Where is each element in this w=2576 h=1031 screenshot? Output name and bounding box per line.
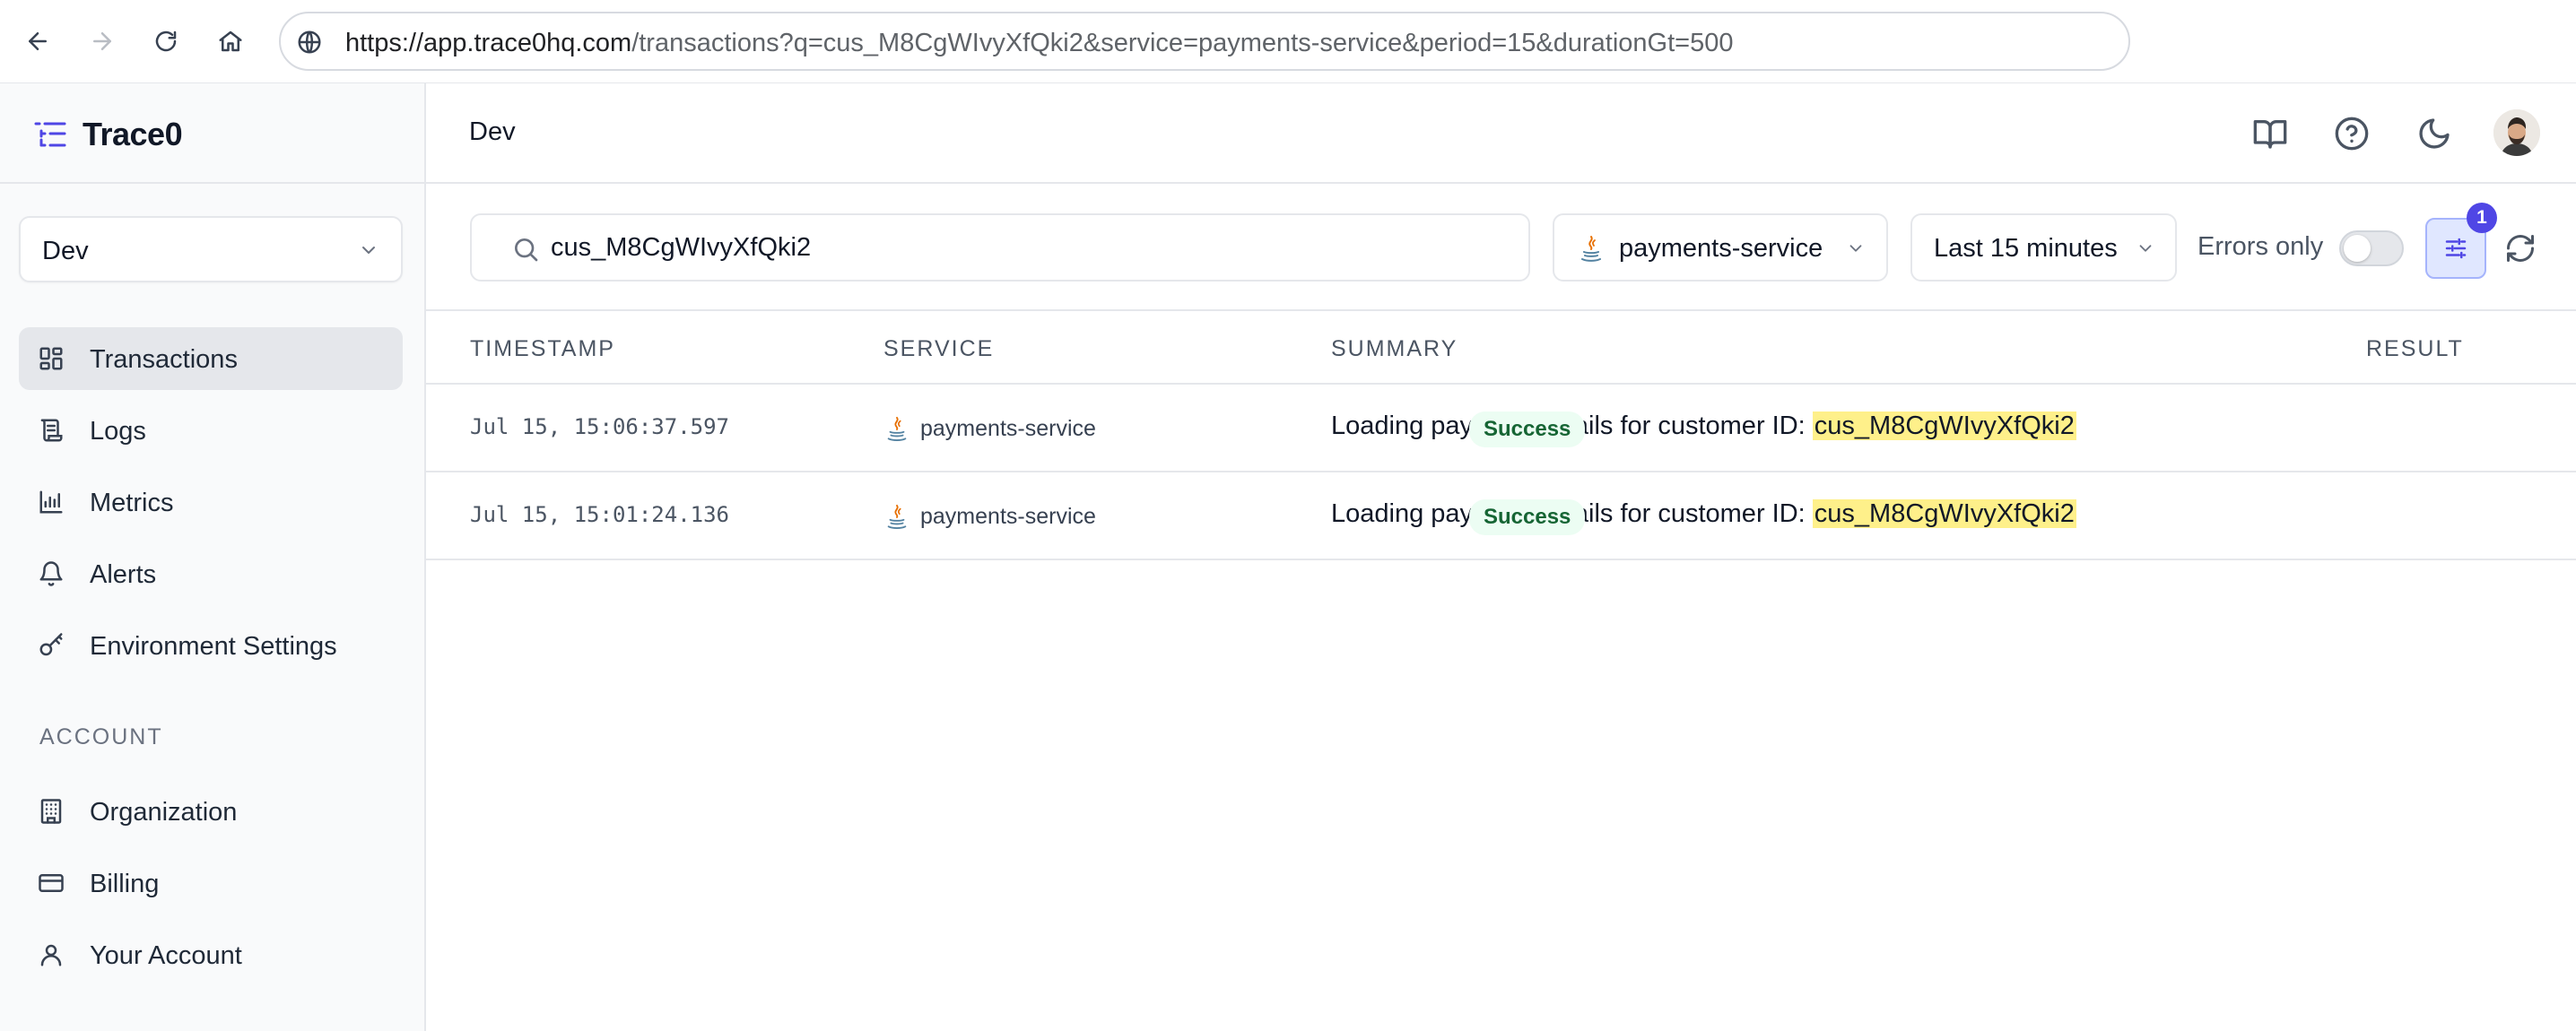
home-icon	[219, 30, 242, 52]
period-select[interactable]: Last 15 minutes	[1910, 213, 2177, 282]
row-summary: Loading payment details for customer ID:…	[1331, 499, 2076, 528]
sidebar-item-organization[interactable]: Organization	[19, 780, 403, 843]
row-service-name: payments-service	[920, 416, 1096, 441]
forward-button[interactable]	[83, 22, 122, 61]
refresh-icon[interactable]	[2504, 232, 2537, 264]
back-button[interactable]	[18, 22, 57, 61]
top-bar: Dev	[426, 83, 2576, 184]
bell-icon	[39, 561, 63, 586]
sidebar-item-metrics[interactable]: Metrics	[19, 471, 403, 533]
column-header-service[interactable]: SERVICE	[883, 336, 994, 362]
address-bar[interactable]: https://app.trace0hq.com/transactions?q=…	[279, 12, 2130, 71]
avatar-image	[2493, 109, 2540, 156]
row-summary: Loading payment details for customer ID:…	[1331, 412, 2076, 440]
site-info-icon[interactable]	[296, 29, 323, 56]
sidebar-item-alerts[interactable]: Alerts	[19, 542, 403, 605]
book-open-icon[interactable]	[2252, 116, 2288, 152]
service-select-value: payments-service	[1619, 234, 1823, 263]
sidebar-item-label: Organization	[90, 798, 238, 827]
row-timestamp: Jul 15, 15:06:37.597	[470, 414, 729, 439]
arrow-left-icon	[29, 32, 47, 50]
sliders-icon	[2445, 238, 2467, 259]
environment-select-value: Dev	[42, 237, 89, 265]
errors-only-label: Errors only	[2197, 232, 2324, 261]
table-row[interactable]: Jul 15, 15:01:24.136 payments-service Lo…	[426, 472, 2576, 560]
search-icon	[515, 238, 538, 262]
home-button[interactable]	[211, 22, 250, 61]
browser-toolbar: https://app.trace0hq.com/transactions?q=…	[0, 0, 2576, 83]
search-input[interactable]	[551, 228, 1501, 267]
main-content: Dev payments-s	[426, 83, 2576, 1031]
user-icon	[40, 944, 62, 966]
reload-button[interactable]	[146, 22, 186, 61]
account-section-title: ACCOUNT	[39, 724, 163, 749]
column-header-timestamp[interactable]: TIMESTAMP	[470, 336, 615, 362]
dashboard-icon	[39, 347, 63, 370]
java-icon	[887, 504, 907, 530]
column-header-summary[interactable]: SUMMARY	[1331, 336, 1458, 362]
bar-chart-icon	[39, 490, 63, 514]
search-highlight: cus_M8CgWIvyXfQki2	[1812, 412, 2076, 440]
credit-card-icon	[39, 874, 64, 892]
errors-only-toggle[interactable]	[2339, 230, 2404, 266]
sidebar-item-label: Transactions	[90, 345, 238, 374]
chevron-down-icon	[362, 247, 375, 254]
arrow-right-icon	[93, 32, 111, 50]
sidebar-item-transactions[interactable]: Transactions	[19, 327, 403, 390]
filter-bar: payments-service Last 15 minutes Errors …	[426, 184, 2576, 311]
search-highlight: cus_M8CgWIvyXfQki2	[1812, 499, 2076, 528]
status-badge: Success	[1469, 412, 1586, 447]
row-timestamp: Jul 15, 15:01:24.136	[470, 502, 729, 527]
reload-icon	[155, 30, 177, 52]
chevron-down-icon	[2139, 245, 2152, 252]
key-icon	[39, 633, 63, 656]
app-name: Trace0	[83, 116, 183, 152]
environment-select[interactable]: Dev	[19, 216, 403, 282]
url-text: https://app.trace0hq.com/transactions?q=…	[345, 29, 1734, 57]
moon-icon[interactable]	[2416, 116, 2452, 152]
java-icon	[1581, 236, 1601, 262]
sidebar: Trace0 Dev Transactions Logs Metrics Ale…	[0, 83, 426, 1031]
sidebar-item-label: Logs	[90, 417, 146, 446]
sidebar-item-label: Alerts	[90, 560, 157, 589]
help-icon[interactable]	[2334, 116, 2370, 152]
row-service-name: payments-service	[920, 504, 1096, 529]
logo-icon	[34, 122, 66, 147]
active-filter-count-badge: 1	[2467, 203, 2497, 233]
sidebar-item-label: Billing	[90, 870, 160, 898]
toggle-knob	[2344, 235, 2371, 262]
sidebar-item-label: Metrics	[90, 489, 174, 517]
sidebar-item-label: Environment Settings	[90, 632, 337, 661]
brand: Trace0	[0, 83, 424, 184]
search-box	[470, 213, 1530, 282]
table-header: TIMESTAMP SERVICE SUMMARY RESULT	[426, 311, 2576, 385]
sidebar-item-environment-settings[interactable]: Environment Settings	[19, 614, 403, 677]
service-select[interactable]: payments-service	[1553, 213, 1888, 282]
chevron-down-icon	[1849, 245, 1862, 252]
java-icon	[887, 416, 907, 442]
avatar[interactable]	[2493, 109, 2540, 156]
table-row[interactable]: Jul 15, 15:06:37.597 payments-service Lo…	[426, 385, 2576, 472]
sidebar-item-label: Your Account	[90, 941, 242, 970]
building-icon	[40, 799, 62, 824]
status-badge: Success	[1469, 499, 1586, 535]
sidebar-item-logs[interactable]: Logs	[19, 399, 403, 462]
scroll-icon	[40, 419, 63, 442]
sidebar-item-your-account[interactable]: Your Account	[19, 923, 403, 986]
page-title: Dev	[469, 117, 516, 146]
sidebar-item-billing[interactable]: Billing	[19, 852, 403, 914]
column-header-result[interactable]: RESULT	[2366, 336, 2464, 362]
period-select-value: Last 15 minutes	[1934, 234, 2118, 263]
